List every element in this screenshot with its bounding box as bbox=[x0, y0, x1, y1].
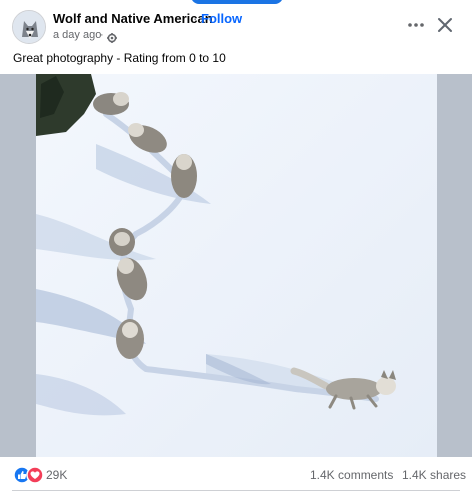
more-options-button[interactable] bbox=[404, 14, 428, 36]
header-separator: · bbox=[193, 11, 198, 26]
post-caption: Great photography - Rating from 0 to 10 bbox=[13, 51, 226, 65]
page-name[interactable]: Wolf and Native American bbox=[53, 11, 213, 26]
top-indicator bbox=[191, 0, 283, 4]
comments-count[interactable]: 1.4K comments bbox=[310, 468, 393, 482]
avatar[interactable] bbox=[12, 10, 46, 44]
photo-frame bbox=[0, 74, 472, 457]
wolves-in-snow-image bbox=[36, 74, 437, 457]
love-icon bbox=[26, 466, 44, 484]
reaction-count[interactable]: 29K bbox=[46, 468, 67, 482]
reactions-summary[interactable] bbox=[13, 466, 45, 484]
close-button[interactable] bbox=[434, 14, 456, 36]
close-icon bbox=[438, 18, 452, 32]
timestamp-separator: · bbox=[100, 29, 104, 41]
shares-count[interactable]: 1.4K shares bbox=[402, 468, 466, 482]
gear-icon bbox=[107, 30, 117, 48]
wolf-avatar-icon bbox=[13, 11, 45, 43]
more-horizontal-icon bbox=[408, 23, 424, 27]
post-timestamp[interactable]: a day ago bbox=[53, 29, 101, 41]
post-photo[interactable] bbox=[36, 74, 437, 457]
divider bbox=[12, 490, 460, 491]
follow-button[interactable]: Follow bbox=[201, 11, 242, 26]
